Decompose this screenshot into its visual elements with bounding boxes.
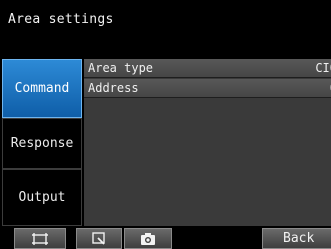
- tab-response[interactable]: Response: [2, 118, 82, 169]
- setting-row-area-type[interactable]: Area type CIO: [84, 59, 331, 78]
- settings-panel: Area type CIO Address 0: [84, 59, 331, 226]
- address-label: Address: [88, 81, 139, 95]
- tab-output[interactable]: Output: [2, 169, 82, 226]
- area-type-label: Area type: [88, 61, 154, 75]
- area-settings-screen: Area settings Command Response Output Ar…: [0, 0, 331, 249]
- area-type-value: CIO: [315, 61, 331, 75]
- page-title: Area settings: [8, 12, 114, 27]
- frame-button[interactable]: [14, 228, 66, 249]
- zoom-icon: [91, 231, 107, 246]
- tab-response-label: Response: [10, 136, 74, 151]
- tab-output-label: Output: [18, 190, 66, 205]
- zoom-button[interactable]: [76, 228, 122, 249]
- camera-button[interactable]: [124, 228, 172, 249]
- title-bar: Area settings: [0, 0, 331, 55]
- bottom-toolbar: Back: [0, 228, 331, 249]
- setting-row-address[interactable]: Address 0: [84, 79, 331, 98]
- tab-command[interactable]: Command: [2, 59, 82, 118]
- frame-icon: [31, 232, 49, 246]
- tab-column: Command Response Output: [0, 59, 82, 226]
- tab-command-label: Command: [14, 81, 70, 96]
- back-button[interactable]: Back: [262, 228, 331, 249]
- camera-icon: [140, 232, 156, 246]
- back-button-label: Back: [283, 231, 315, 246]
